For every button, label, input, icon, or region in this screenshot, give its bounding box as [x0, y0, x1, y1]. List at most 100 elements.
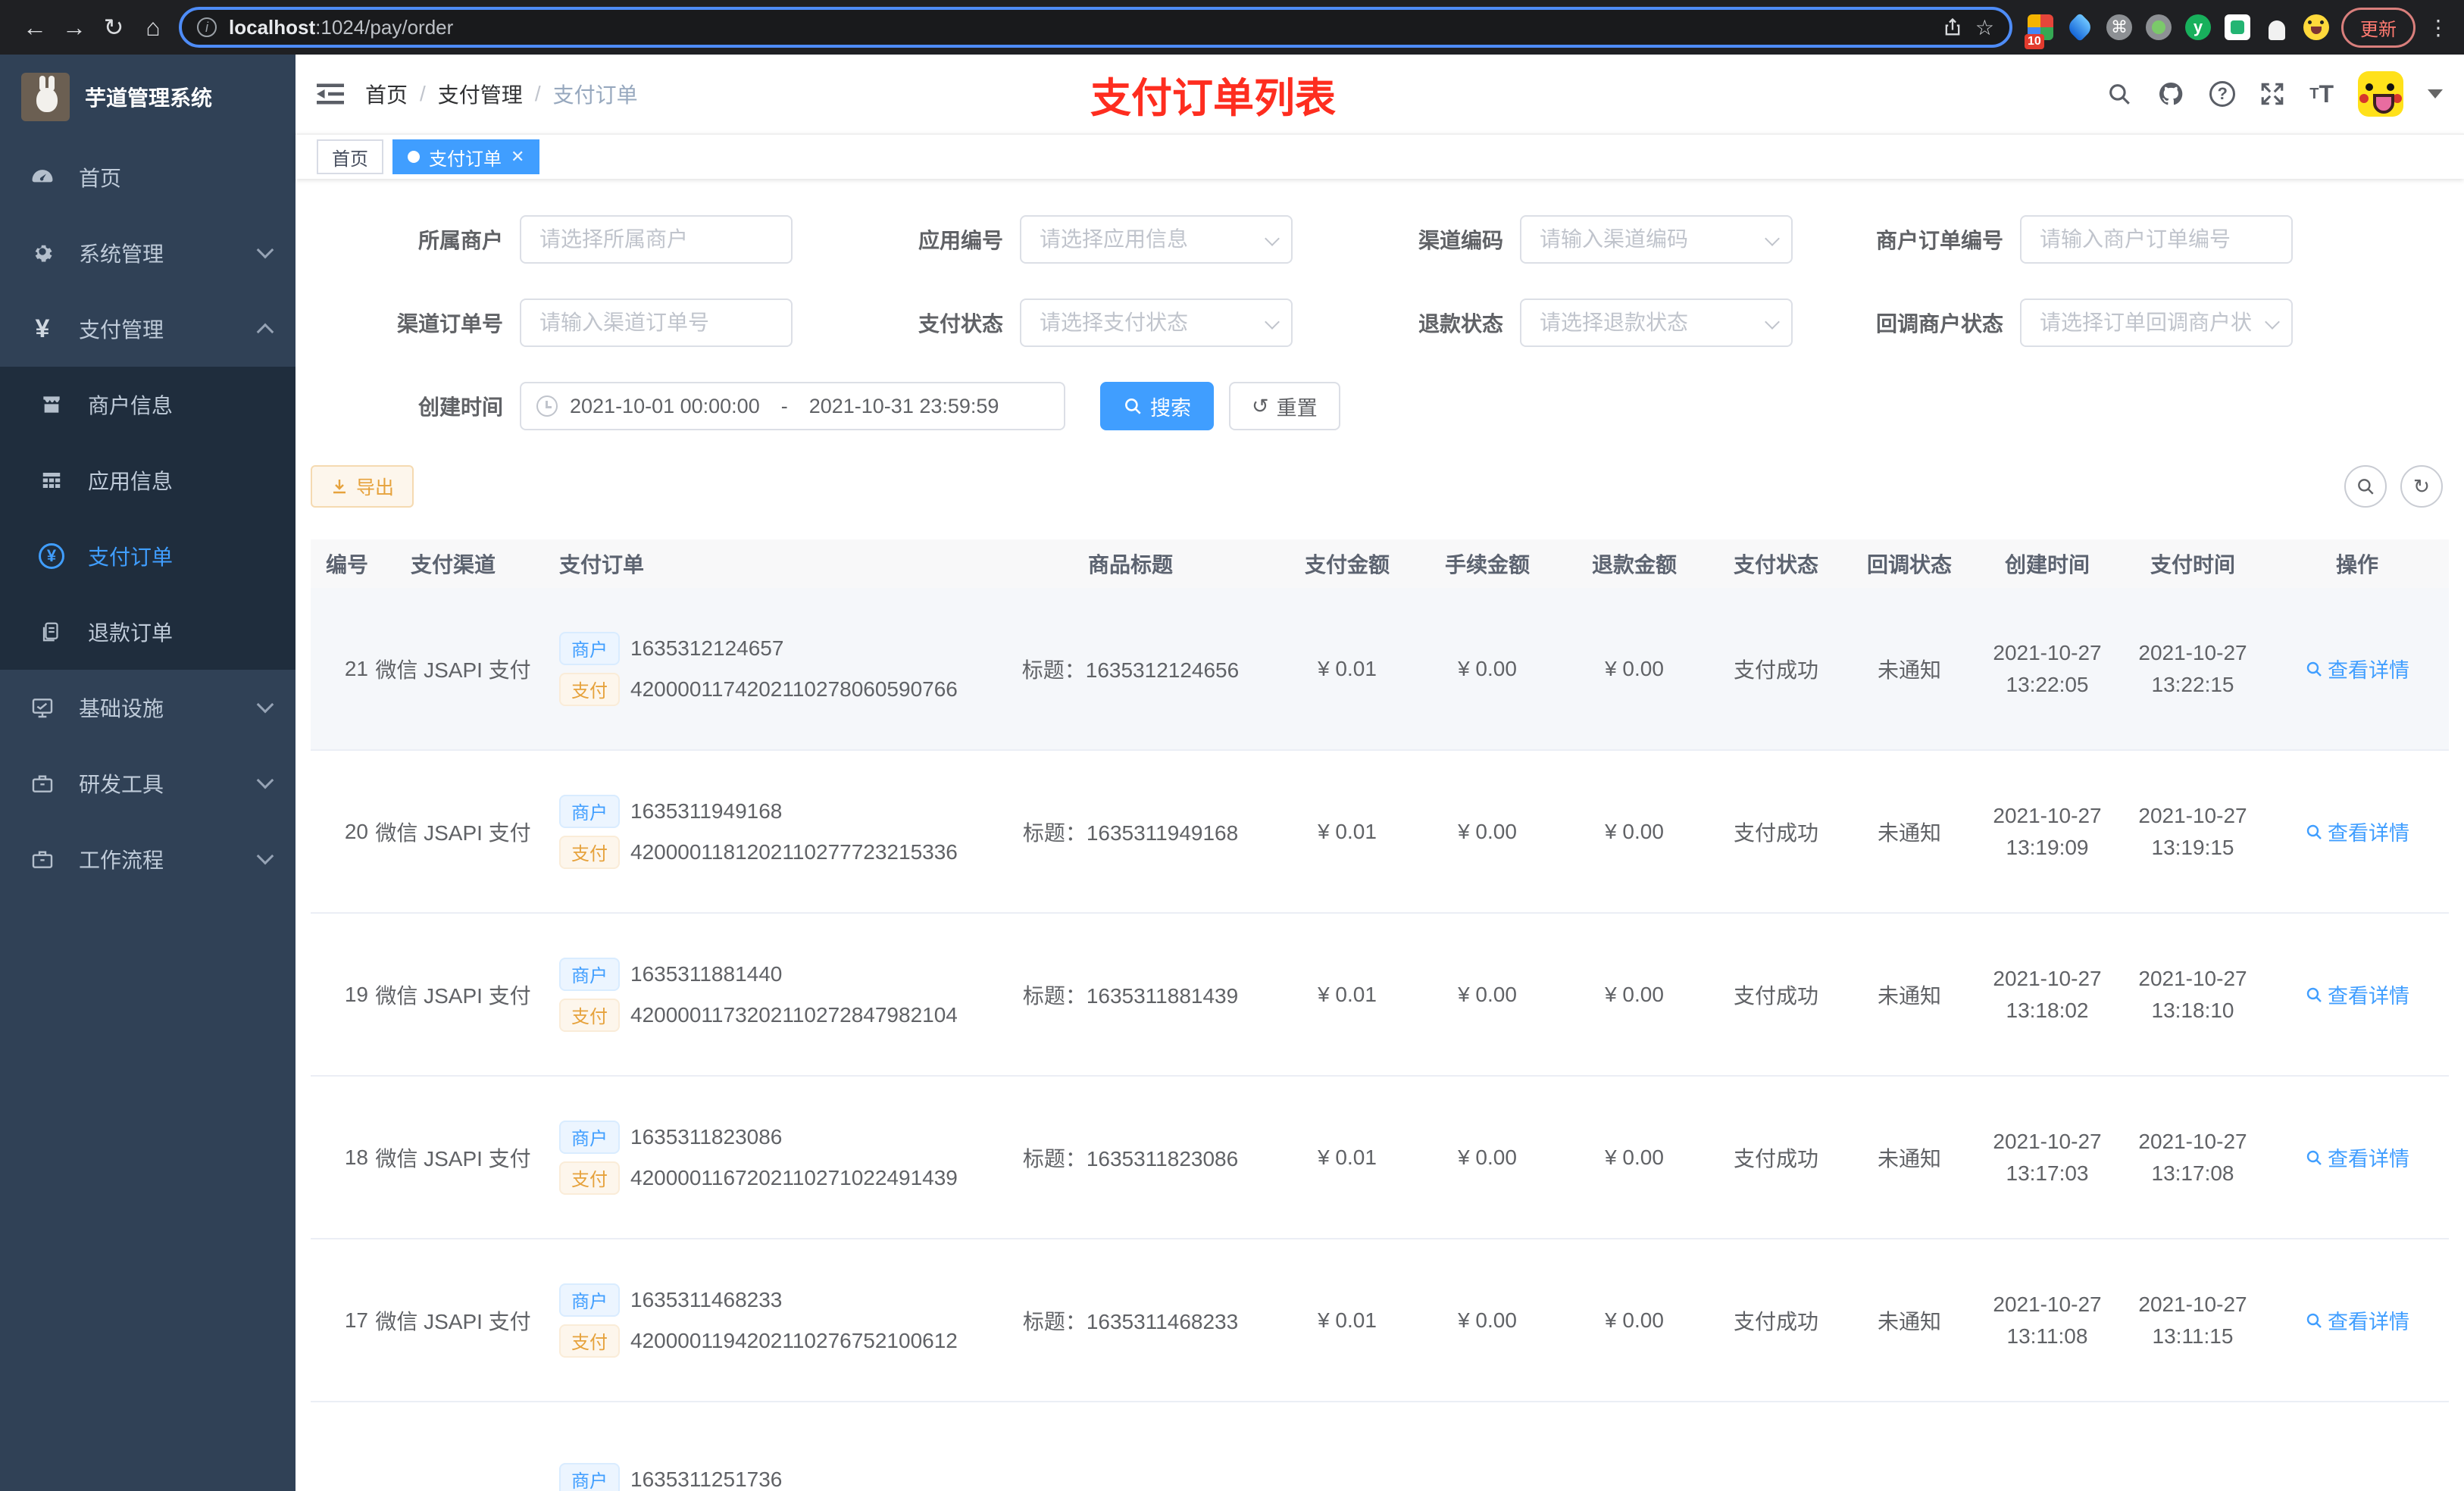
top-navbar: 首页 / 支付管理 / 支付订单 支付订单列表 ? T T: [295, 55, 2464, 133]
view-detail-link[interactable]: 查看详情: [2305, 817, 2409, 846]
orders-table: 编号 支付渠道 支付订单 商品标题 支付金额 手续金额 退款金额 支付状态 回调…: [311, 539, 2449, 1491]
export-button[interactable]: 导出: [311, 465, 414, 508]
merchant-tag: 商户: [559, 957, 620, 991]
date-start[interactable]: 2021-10-01 00:00:00: [570, 395, 760, 418]
sidebar-item-system[interactable]: 系统管理: [0, 215, 295, 291]
table-row[interactable]: 20 微信 JSAPI 支付 商户 1635311949168 支付 4200001…: [311, 751, 2449, 914]
download-icon: [333, 480, 346, 494]
refresh-table-button[interactable]: ↻: [2400, 465, 2443, 508]
pay-tag: 支付: [559, 1324, 620, 1358]
sidebar-item-workflow[interactable]: 工作流程: [0, 821, 295, 897]
channel-code-select[interactable]: [1520, 215, 1793, 264]
table-row[interactable]: 18 微信 JSAPI 支付 商户 1635311823086 支付 4200001…: [311, 1077, 2449, 1239]
extension-doc-icon[interactable]: [2225, 14, 2250, 40]
table-row[interactable]: 21 微信 JSAPI 支付 商户 1635312124657 支付 4200001…: [311, 588, 2449, 751]
extension-silhouette-icon[interactable]: [2264, 14, 2290, 40]
reset-button[interactable]: ↺ 重置: [1229, 382, 1340, 430]
breadcrumb-current: 支付订单: [552, 83, 638, 107]
table-row[interactable]: 商户 1635311251736: [311, 1402, 2449, 1491]
sidebar-item-pay-order[interactable]: ¥ 支付订单: [0, 518, 295, 594]
help-icon[interactable]: ?: [2209, 81, 2236, 107]
extension-dot-icon[interactable]: [2146, 14, 2172, 40]
github-icon[interactable]: [2156, 80, 2185, 108]
sidebar-item-home[interactable]: 首页: [0, 139, 295, 215]
address-bar[interactable]: i localhost:1024/pay/order ☆: [179, 7, 2012, 48]
site-info-icon[interactable]: i: [197, 17, 217, 37]
forward-icon[interactable]: →: [55, 14, 94, 42]
filter-refund-status: 退款状态: [1311, 299, 1793, 347]
filter-app: 应用编号: [811, 215, 1293, 264]
fullscreen-icon[interactable]: [2259, 81, 2285, 107]
notify-status-select[interactable]: [2020, 299, 2293, 347]
merchant-order-no-input[interactable]: [2020, 215, 2293, 264]
view-detail-link[interactable]: 查看详情: [2305, 654, 2409, 683]
tab-close-icon[interactable]: ✕: [511, 147, 524, 167]
view-detail-link[interactable]: 查看详情: [2305, 1305, 2409, 1335]
view-detail-link[interactable]: 查看详情: [2305, 980, 2409, 1009]
tab-home[interactable]: 首页: [317, 139, 383, 174]
app-body: 芋道管理系统 首页 系统管理 ¥ 支付管理 商户信息 应用信息 ¥ 支付订单 退…: [0, 55, 2464, 1491]
url-text[interactable]: localhost:1024/pay/order: [229, 16, 1930, 39]
refresh-icon: ↺: [1252, 394, 1269, 417]
reload-icon[interactable]: ↻: [94, 13, 133, 42]
table-row[interactable]: 19 微信 JSAPI 支付 商户 1635311881440 支付 4200001…: [311, 914, 2449, 1077]
table-header: 编号 支付渠道 支付订单 商品标题 支付金额 手续金额 退款金额 支付状态 回调…: [311, 539, 2449, 588]
chevron-up-icon: [256, 323, 274, 341]
shop-icon: [33, 392, 70, 417]
search-icon[interactable]: [2106, 81, 2132, 107]
date-range-picker[interactable]: 2021-10-01 00:00:00 - 2021-10-31 23:59:5…: [520, 382, 1065, 430]
pay-status-select[interactable]: [1020, 299, 1293, 347]
filter-notify-status: 回调商户状态: [1811, 299, 2293, 347]
filter-channel-code: 渠道编码: [1311, 215, 1793, 264]
extension-badge: 10: [2025, 34, 2044, 49]
breadcrumb-pay[interactable]: 支付管理: [438, 79, 523, 109]
extension-kite-icon[interactable]: [2065, 12, 2095, 42]
merchant-select[interactable]: [520, 215, 793, 264]
sidebar-item-merchant-info[interactable]: 商户信息: [0, 367, 295, 442]
chevron-down-icon: [256, 847, 274, 865]
view-detail-link[interactable]: 查看详情: [2305, 1142, 2409, 1172]
app-title: 芋道管理系统: [85, 86, 213, 110]
avatar[interactable]: [2358, 71, 2403, 117]
extension-v-icon[interactable]: y: [2185, 14, 2211, 40]
pay-tag: 支付: [559, 672, 620, 706]
sidebar-item-refund-order[interactable]: 退款订单: [0, 594, 295, 670]
sidebar-toggle-icon[interactable]: [317, 82, 344, 106]
briefcase-icon: [24, 847, 61, 871]
search-button[interactable]: 搜索: [1100, 382, 1214, 430]
sidebar-logo[interactable]: 芋道管理系统: [0, 55, 295, 139]
channel-order-no-input[interactable]: [520, 299, 793, 347]
sidebar-item-pay[interactable]: ¥ 支付管理: [0, 291, 295, 367]
back-icon[interactable]: ←: [15, 14, 55, 42]
toggle-search-button[interactable]: [2344, 465, 2387, 508]
magnifier-icon: [2306, 1150, 2322, 1165]
extension-emoji-icon[interactable]: [2303, 14, 2329, 40]
sidebar-item-app-info[interactable]: 应用信息: [0, 442, 295, 518]
browser-update-button[interactable]: 更新: [2341, 7, 2416, 48]
extension-grid-icon[interactable]: 10: [2025, 14, 2053, 49]
merchant-tag: 商户: [559, 1120, 620, 1154]
filter-merchant-order-no: 商户订单编号: [1811, 215, 2293, 264]
font-size-icon[interactable]: TT: [2309, 80, 2334, 108]
status-badge: 支付成功: [1733, 658, 1818, 682]
status-badge: 支付成功: [1733, 821, 1818, 845]
filter-channel-order-no: 渠道订单号: [311, 299, 793, 347]
tab-pay-order[interactable]: 支付订单 ✕: [392, 139, 540, 174]
extension-command-icon[interactable]: ⌘: [2106, 14, 2132, 40]
home-icon[interactable]: ⌂: [133, 14, 173, 42]
share-icon[interactable]: [1942, 17, 1963, 38]
sidebar-item-devtool[interactable]: 研发工具: [0, 746, 295, 821]
magnifier-icon: [2306, 1313, 2322, 1328]
bookmark-star-icon[interactable]: ☆: [1975, 15, 1994, 40]
refund-status-select[interactable]: [1520, 299, 1793, 347]
browser-menu-icon[interactable]: ⋮: [2428, 15, 2449, 40]
breadcrumb-home[interactable]: 首页: [365, 79, 408, 109]
logo-image: [21, 73, 70, 121]
date-end[interactable]: 2021-10-31 23:59:59: [809, 395, 999, 418]
table-row[interactable]: 17 微信 JSAPI 支付 商户 1635311468233 支付 4200001…: [311, 1239, 2449, 1402]
app-select[interactable]: [1020, 215, 1293, 264]
app-window: ← → ↻ ⌂ i localhost:1024/pay/order ☆ 10 …: [0, 0, 2464, 1491]
grid-icon: [33, 469, 70, 492]
caret-down-icon[interactable]: [2428, 89, 2443, 98]
sidebar-item-infra[interactable]: 基础设施: [0, 670, 295, 746]
